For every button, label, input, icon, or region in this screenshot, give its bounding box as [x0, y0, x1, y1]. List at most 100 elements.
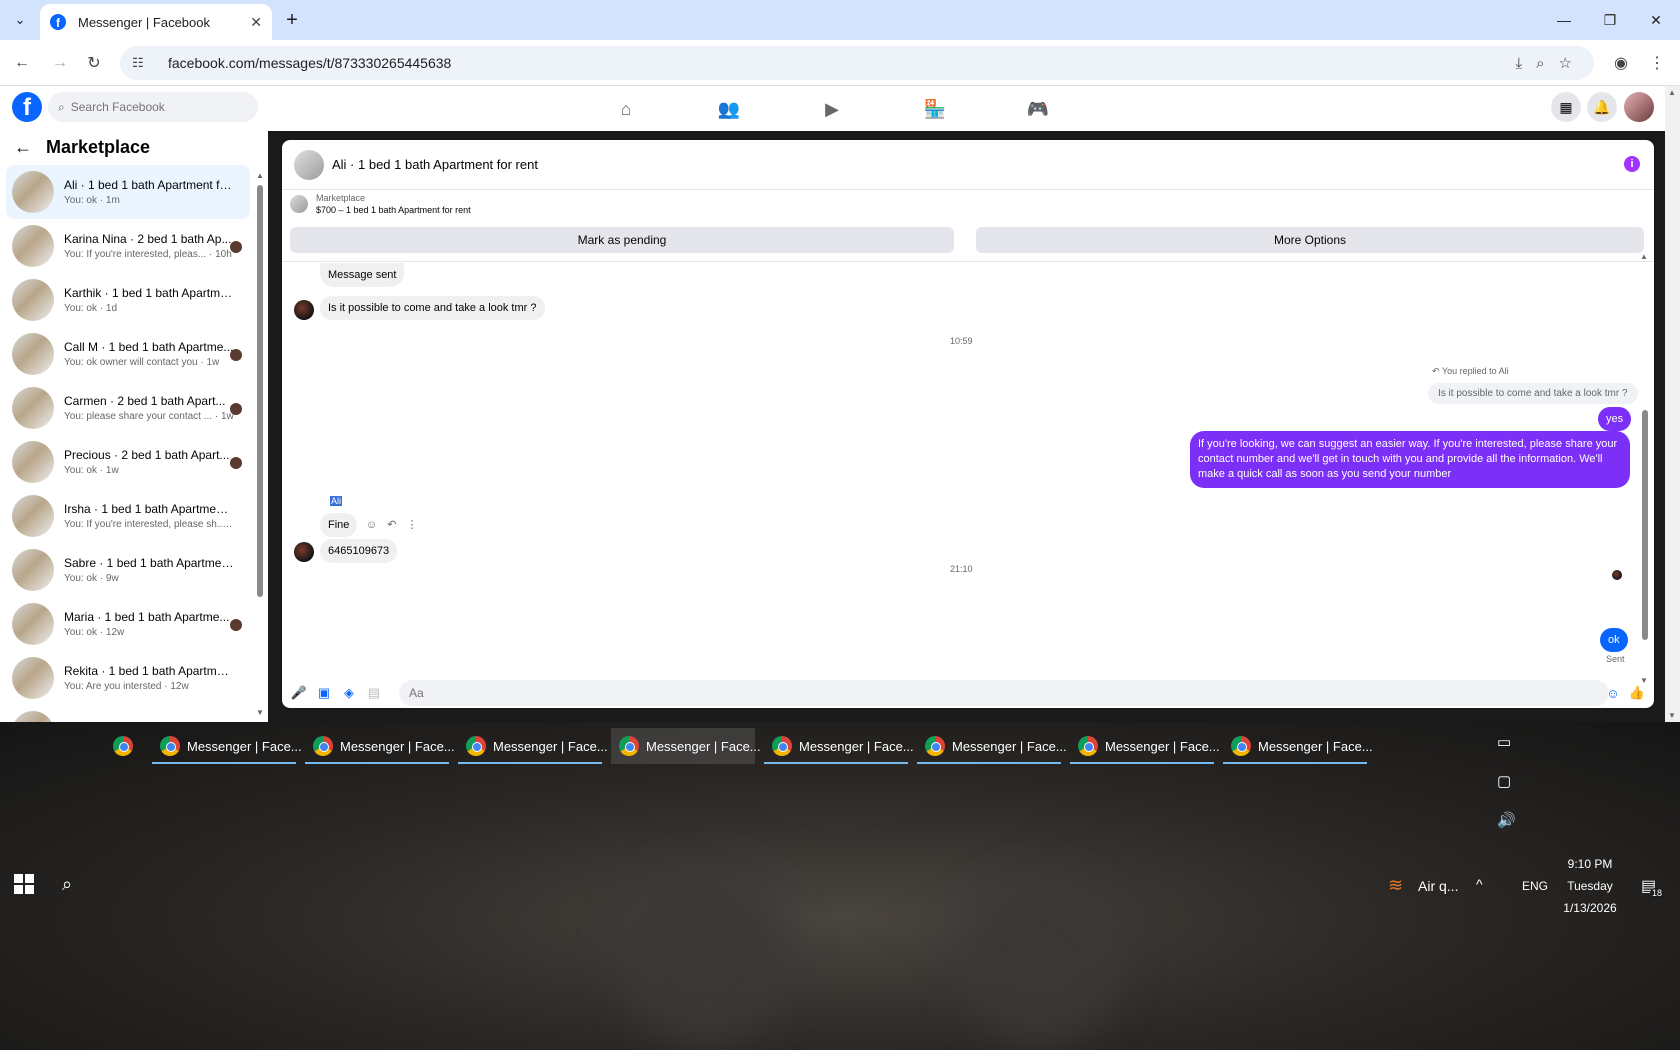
- listing-thumbnail: [12, 279, 54, 321]
- taskbar-app-messenger[interactable]: Messenger | Face...: [152, 728, 302, 764]
- chrome-icon: [1231, 736, 1251, 756]
- taskbar-app-label: Messenger | Face...: [493, 738, 608, 754]
- conversation-item[interactable]: Carmen · 2 bed 1 bath Apart... You: pleas…: [6, 381, 250, 435]
- forward-arrow-icon[interactable]: →: [48, 51, 72, 75]
- show-hidden-icons-chevron-icon[interactable]: ^: [1476, 876, 1483, 892]
- marketplace-icon[interactable]: 🏪: [905, 94, 965, 124]
- photo-icon[interactable]: ▣: [315, 684, 333, 702]
- conversation-preview: You: please share your contact ... · 1w: [64, 411, 234, 422]
- listing-price: $700 – 1 bed 1 bath Apartment for rent: [316, 205, 471, 215]
- facebook-logo-icon[interactable]: f: [12, 92, 42, 122]
- account-avatar[interactable]: [1624, 92, 1654, 122]
- weather-label[interactable]: Air q...: [1418, 878, 1458, 894]
- scroll-down-icon[interactable]: ▼: [256, 708, 264, 717]
- reply-quote[interactable]: Is it possible to come and take a look t…: [1428, 383, 1638, 404]
- conversation-item[interactable]: Rekita · 1 bed 1 bath Apartment... You: A…: [6, 651, 250, 705]
- friends-icon[interactable]: 👥: [699, 94, 759, 124]
- taskbar-clock[interactable]: 9:10 PM Tuesday 1/13/2026: [1540, 853, 1640, 919]
- restore-button[interactable]: ❐: [1587, 0, 1633, 40]
- site-info-icon[interactable]: ☷: [132, 55, 152, 71]
- gif-icon[interactable]: ▤: [365, 684, 383, 702]
- url-text[interactable]: facebook.com/messages/t/873330265445638: [168, 55, 451, 71]
- microphone-icon[interactable]: 🎤: [290, 684, 308, 702]
- menu-grid-icon[interactable]: ▦: [1551, 92, 1581, 122]
- back-arrow-icon[interactable]: ←: [10, 51, 34, 75]
- taskbar-app-messenger[interactable]: Messenger | Face...: [917, 728, 1067, 764]
- install-app-icon[interactable]: ⤓: [1516, 55, 1523, 72]
- search-icon[interactable]: ⌕: [62, 874, 72, 895]
- tab-close-icon[interactable]: ✕: [250, 14, 262, 31]
- scroll-up-icon[interactable]: ▲: [1668, 88, 1676, 97]
- more-options-button[interactable]: More Options: [976, 227, 1644, 253]
- chat-title[interactable]: Ali · 1 bed 1 bath Apartment for rent: [332, 157, 538, 172]
- windows-start-button[interactable]: [14, 874, 34, 894]
- scroll-down-icon[interactable]: ▼: [1668, 711, 1676, 720]
- taskbar-chrome-pinned[interactable]: [104, 728, 142, 764]
- taskbar-app-messenger[interactable]: Messenger | Face...: [611, 728, 761, 764]
- camera-icon[interactable]: ▭: [1497, 733, 1511, 751]
- seen-avatar: [1612, 570, 1622, 580]
- home-icon[interactable]: ⌂: [596, 94, 656, 124]
- address-bar[interactable]: ☷ facebook.com/messages/t/87333026544563…: [120, 46, 1594, 80]
- gaming-icon[interactable]: 🎮: [1008, 94, 1068, 124]
- scroll-thumb[interactable]: [257, 185, 263, 597]
- close-window-button[interactable]: ✕: [1633, 0, 1679, 40]
- listing-thumbnail: [12, 657, 54, 699]
- display-icon[interactable]: ▢: [1497, 772, 1511, 790]
- listing-summary[interactable]: Marketplace $700 – 1 bed 1 bath Apartmen…: [290, 193, 471, 215]
- conversation-item[interactable]: Sabre · 1 bed 1 bath Apartment ... You: o…: [6, 543, 250, 597]
- conversation-item[interactable]: Irsha · 1 bed 1 bath Apartment f... You: …: [6, 489, 250, 543]
- minimize-button[interactable]: —: [1541, 0, 1587, 40]
- facebook-search[interactable]: ⌕: [48, 92, 258, 122]
- conversation-item[interactable]: Call M · 1 bed 1 bath Apartme... You: ok …: [6, 327, 250, 381]
- running-indicator: [305, 762, 449, 764]
- running-indicator: [1070, 762, 1214, 764]
- listing-avatar[interactable]: [294, 149, 324, 180]
- like-thumb-icon[interactable]: 👍: [1628, 684, 1646, 702]
- sidebar-header: ← Marketplace: [14, 137, 150, 158]
- taskbar-app-messenger[interactable]: Messenger | Face...: [764, 728, 914, 764]
- message-input-box[interactable]: [399, 680, 1609, 706]
- scroll-thumb[interactable]: [1642, 410, 1648, 640]
- tab-search-chevron-icon[interactable]: ⌄: [8, 8, 32, 32]
- taskbar-app-messenger[interactable]: Messenger | Face...: [305, 728, 455, 764]
- sender-avatar[interactable]: [294, 300, 314, 320]
- profile-icon[interactable]: ◉: [1609, 51, 1633, 75]
- sticker-icon[interactable]: ◈: [340, 684, 358, 702]
- scroll-up-icon[interactable]: ▲: [1640, 252, 1648, 261]
- reload-icon[interactable]: ↻: [82, 51, 106, 75]
- back-arrow-icon[interactable]: ←: [14, 137, 32, 158]
- conversation-item[interactable]: Precious · 2 bed 1 bath Apart... You: ok …: [6, 435, 250, 489]
- taskbar-app-messenger[interactable]: Messenger | Face...: [1070, 728, 1220, 764]
- taskbar-app-messenger[interactable]: Messenger | Face...: [1223, 728, 1373, 764]
- bookmark-star-icon[interactable]: ☆: [1559, 54, 1572, 72]
- weather-icon[interactable]: ≋: [1388, 875, 1403, 896]
- conversation-item[interactable]: Karthik · 1 bed 1 bath Apartmen... You: o…: [6, 273, 250, 327]
- browser-tab-messenger[interactable]: f Messenger | Facebook ✕: [40, 4, 272, 40]
- chat-scrollbar[interactable]: ▲ ▼: [1640, 252, 1650, 690]
- react-emoji-icon[interactable]: ☺: [366, 519, 377, 531]
- scroll-up-icon[interactable]: ▲: [256, 171, 264, 180]
- emoji-icon[interactable]: ☺: [1604, 684, 1622, 702]
- new-tab-button[interactable]: +: [280, 8, 304, 32]
- page-scrollbar[interactable]: ▲ ▼: [1665, 86, 1680, 722]
- reply-icon[interactable]: ↶: [387, 518, 396, 531]
- search-input[interactable]: [70, 100, 241, 114]
- conversation-item[interactable]: Karina Nina · 2 bed 1 bath Ap... You: If …: [6, 219, 250, 273]
- more-actions-icon[interactable]: ⋮: [406, 518, 417, 531]
- sidebar-scrollbar[interactable]: ▲ ▼: [256, 171, 264, 721]
- browser-menu-icon[interactable]: ⋮: [1645, 51, 1669, 75]
- taskbar-app-messenger[interactable]: Messenger | Face...: [458, 728, 608, 764]
- conversation-item[interactable]: Maria · 1 bed 1 bath Apartme... You: ok ·…: [6, 597, 250, 651]
- conversation-item[interactable]: Kenyatta · 2 bed 1 bath Apart...: [6, 705, 250, 722]
- volume-icon[interactable]: 🔊: [1497, 811, 1516, 829]
- listing-thumbnail: [12, 441, 54, 483]
- video-icon[interactable]: ▶: [802, 94, 862, 124]
- zoom-icon[interactable]: ⌕: [1536, 55, 1544, 72]
- sender-avatar[interactable]: [294, 542, 314, 562]
- info-icon[interactable]: i: [1624, 156, 1640, 172]
- conversation-item[interactable]: Ali · 1 bed 1 bath Apartment for... You: …: [6, 165, 250, 219]
- mark-as-pending-button[interactable]: Mark as pending: [290, 227, 954, 253]
- message-input[interactable]: [409, 686, 1509, 700]
- notifications-bell-icon[interactable]: 🔔: [1587, 92, 1617, 122]
